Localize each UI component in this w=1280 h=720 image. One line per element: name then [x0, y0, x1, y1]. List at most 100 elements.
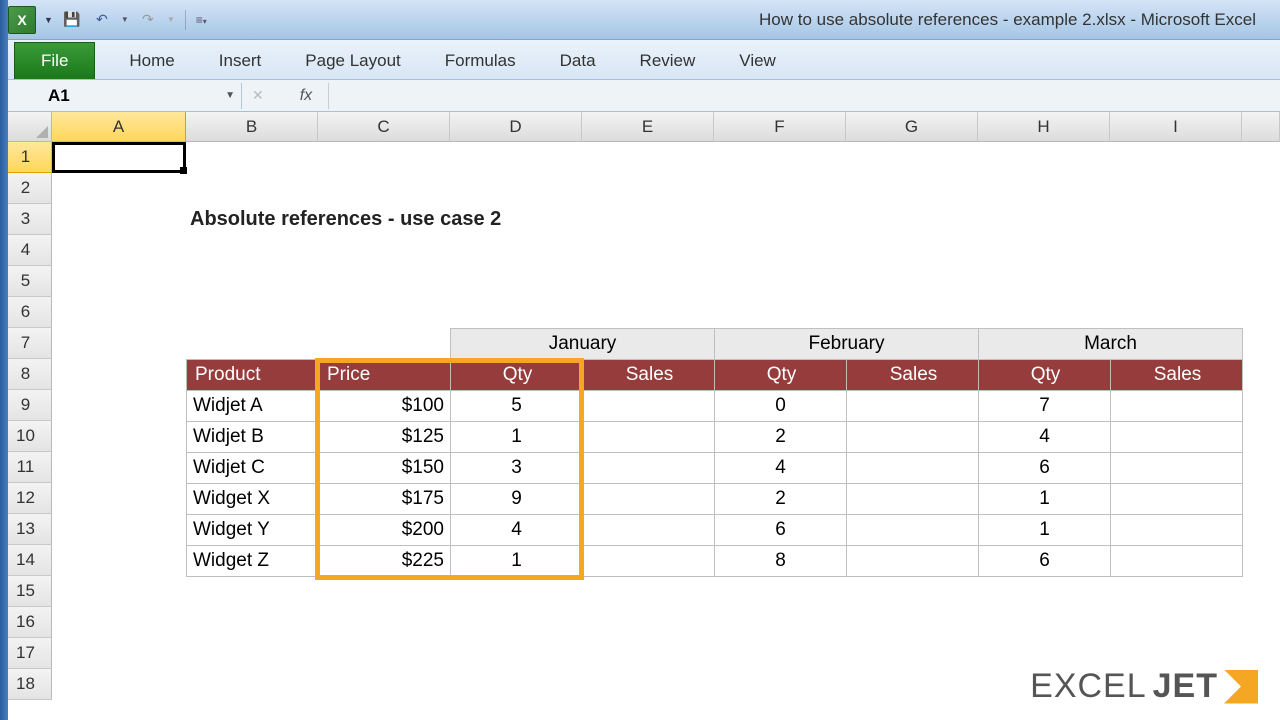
header-sales-jan: Sales	[583, 360, 715, 391]
name-box[interactable]: A1 ▼	[0, 83, 242, 109]
cell[interactable]	[1111, 453, 1243, 484]
cell[interactable]: $125	[319, 422, 451, 453]
cell[interactable]: Widjet A	[187, 391, 319, 422]
cell[interactable]: 4	[715, 453, 847, 484]
cell[interactable]: $225	[319, 546, 451, 577]
cell[interactable]: 4	[451, 515, 583, 546]
cell[interactable]	[583, 515, 715, 546]
header-qty-feb: Qty	[715, 360, 847, 391]
cell[interactable]: 1	[979, 484, 1111, 515]
column-header[interactable]: C	[318, 112, 450, 142]
cell[interactable]	[1111, 422, 1243, 453]
cell[interactable]	[583, 422, 715, 453]
header-product: Product	[187, 360, 319, 391]
cell[interactable]	[1111, 484, 1243, 515]
column-header[interactable]: G	[846, 112, 978, 142]
column-header[interactable]: H	[978, 112, 1110, 142]
qat-separator	[185, 10, 186, 30]
excel-app-icon[interactable]: X	[8, 6, 36, 34]
cell[interactable]: Widget Z	[187, 546, 319, 577]
formula-input[interactable]	[328, 83, 1280, 109]
cell[interactable]: 1	[979, 515, 1111, 546]
cell[interactable]: 6	[979, 453, 1111, 484]
month-header-jan: January	[451, 329, 715, 360]
logo-text-2: JET	[1153, 667, 1218, 706]
cell[interactable]: 0	[715, 391, 847, 422]
cell[interactable]	[583, 391, 715, 422]
cell[interactable]	[583, 546, 715, 577]
redo-dropdown-icon: ▼	[167, 15, 175, 24]
column-header-blank	[1242, 112, 1280, 142]
name-box-value[interactable]: A1	[0, 86, 235, 106]
name-box-dropdown-icon[interactable]: ▼	[225, 90, 235, 101]
qat-customize-icon[interactable]: ≡▾	[196, 13, 207, 27]
header-sales-feb: Sales	[847, 360, 979, 391]
formula-bar: A1 ▼ ✕ fx	[0, 80, 1280, 112]
cell[interactable]: 7	[979, 391, 1111, 422]
column-header[interactable]: E	[582, 112, 714, 142]
cell[interactable]	[847, 515, 979, 546]
ribbon-tabs: File Home Insert Page Layout Formulas Da…	[0, 40, 1280, 80]
fx-icon[interactable]: fx	[270, 87, 312, 105]
cell[interactable]: 5	[451, 391, 583, 422]
cell[interactable]	[583, 484, 715, 515]
cells-area[interactable]: Absolute references - use case 2 January…	[52, 142, 1280, 720]
cell[interactable]	[1111, 515, 1243, 546]
cell[interactable]: $100	[319, 391, 451, 422]
cell[interactable]: $150	[319, 453, 451, 484]
cell[interactable]: 9	[451, 484, 583, 515]
qat-dropdown-icon[interactable]: ▼	[44, 15, 53, 25]
tab-review[interactable]: Review	[618, 43, 718, 79]
cell[interactable]: 2	[715, 484, 847, 515]
column-header[interactable]: B	[186, 112, 318, 142]
cell[interactable]: Widjet B	[187, 422, 319, 453]
cell[interactable]: 4	[979, 422, 1111, 453]
cell[interactable]: $175	[319, 484, 451, 515]
cell[interactable]: Widjet C	[187, 453, 319, 484]
cell[interactable]: 1	[451, 546, 583, 577]
cell[interactable]: 6	[715, 515, 847, 546]
cell[interactable]: $200	[319, 515, 451, 546]
tab-data[interactable]: Data	[538, 43, 618, 79]
cell[interactable]	[847, 484, 979, 515]
table-row: Widjet A$1005 0 7	[187, 391, 1243, 422]
worksheet-grid[interactable]: ABCDEFGHI 123456789101112131415161718 Ab…	[0, 112, 1280, 720]
cell[interactable]: 3	[451, 453, 583, 484]
header-price: Price	[319, 360, 451, 391]
logo-icon	[1224, 670, 1258, 704]
cell[interactable]	[1111, 546, 1243, 577]
cell[interactable]	[1111, 391, 1243, 422]
tab-formulas[interactable]: Formulas	[423, 43, 538, 79]
table-row: Widjet B$1251 2 4	[187, 422, 1243, 453]
table-row: Widjet C$1503 4 6	[187, 453, 1243, 484]
active-cell[interactable]	[52, 142, 186, 173]
column-header[interactable]: A	[52, 112, 186, 142]
file-tab[interactable]: File	[14, 42, 95, 79]
cell[interactable]: Widget X	[187, 484, 319, 515]
undo-icon[interactable]: ↶	[91, 9, 113, 31]
tab-insert[interactable]: Insert	[197, 43, 284, 79]
cell[interactable]	[847, 391, 979, 422]
tab-page-layout[interactable]: Page Layout	[283, 43, 422, 79]
window-title: How to use absolute references - example…	[759, 0, 1256, 39]
column-header[interactable]: F	[714, 112, 846, 142]
column-header[interactable]: I	[1110, 112, 1242, 142]
save-icon[interactable]: 💾	[61, 9, 83, 31]
cell[interactable]	[847, 422, 979, 453]
cell[interactable]	[847, 546, 979, 577]
table-row: Widget Y$2004 6 1	[187, 515, 1243, 546]
data-table: January February March Product Price Qty…	[186, 328, 1243, 577]
cell[interactable]	[583, 453, 715, 484]
tab-home[interactable]: Home	[107, 43, 196, 79]
cell[interactable]: 1	[451, 422, 583, 453]
tab-view[interactable]: View	[717, 43, 798, 79]
month-header-mar: March	[979, 329, 1243, 360]
undo-dropdown-icon[interactable]: ▼	[121, 15, 129, 24]
cell[interactable]: 8	[715, 546, 847, 577]
column-header[interactable]: D	[450, 112, 582, 142]
cell[interactable]: 2	[715, 422, 847, 453]
cell[interactable]: 6	[979, 546, 1111, 577]
cell[interactable]: Widget Y	[187, 515, 319, 546]
cell[interactable]	[847, 453, 979, 484]
window-left-border	[0, 0, 8, 720]
